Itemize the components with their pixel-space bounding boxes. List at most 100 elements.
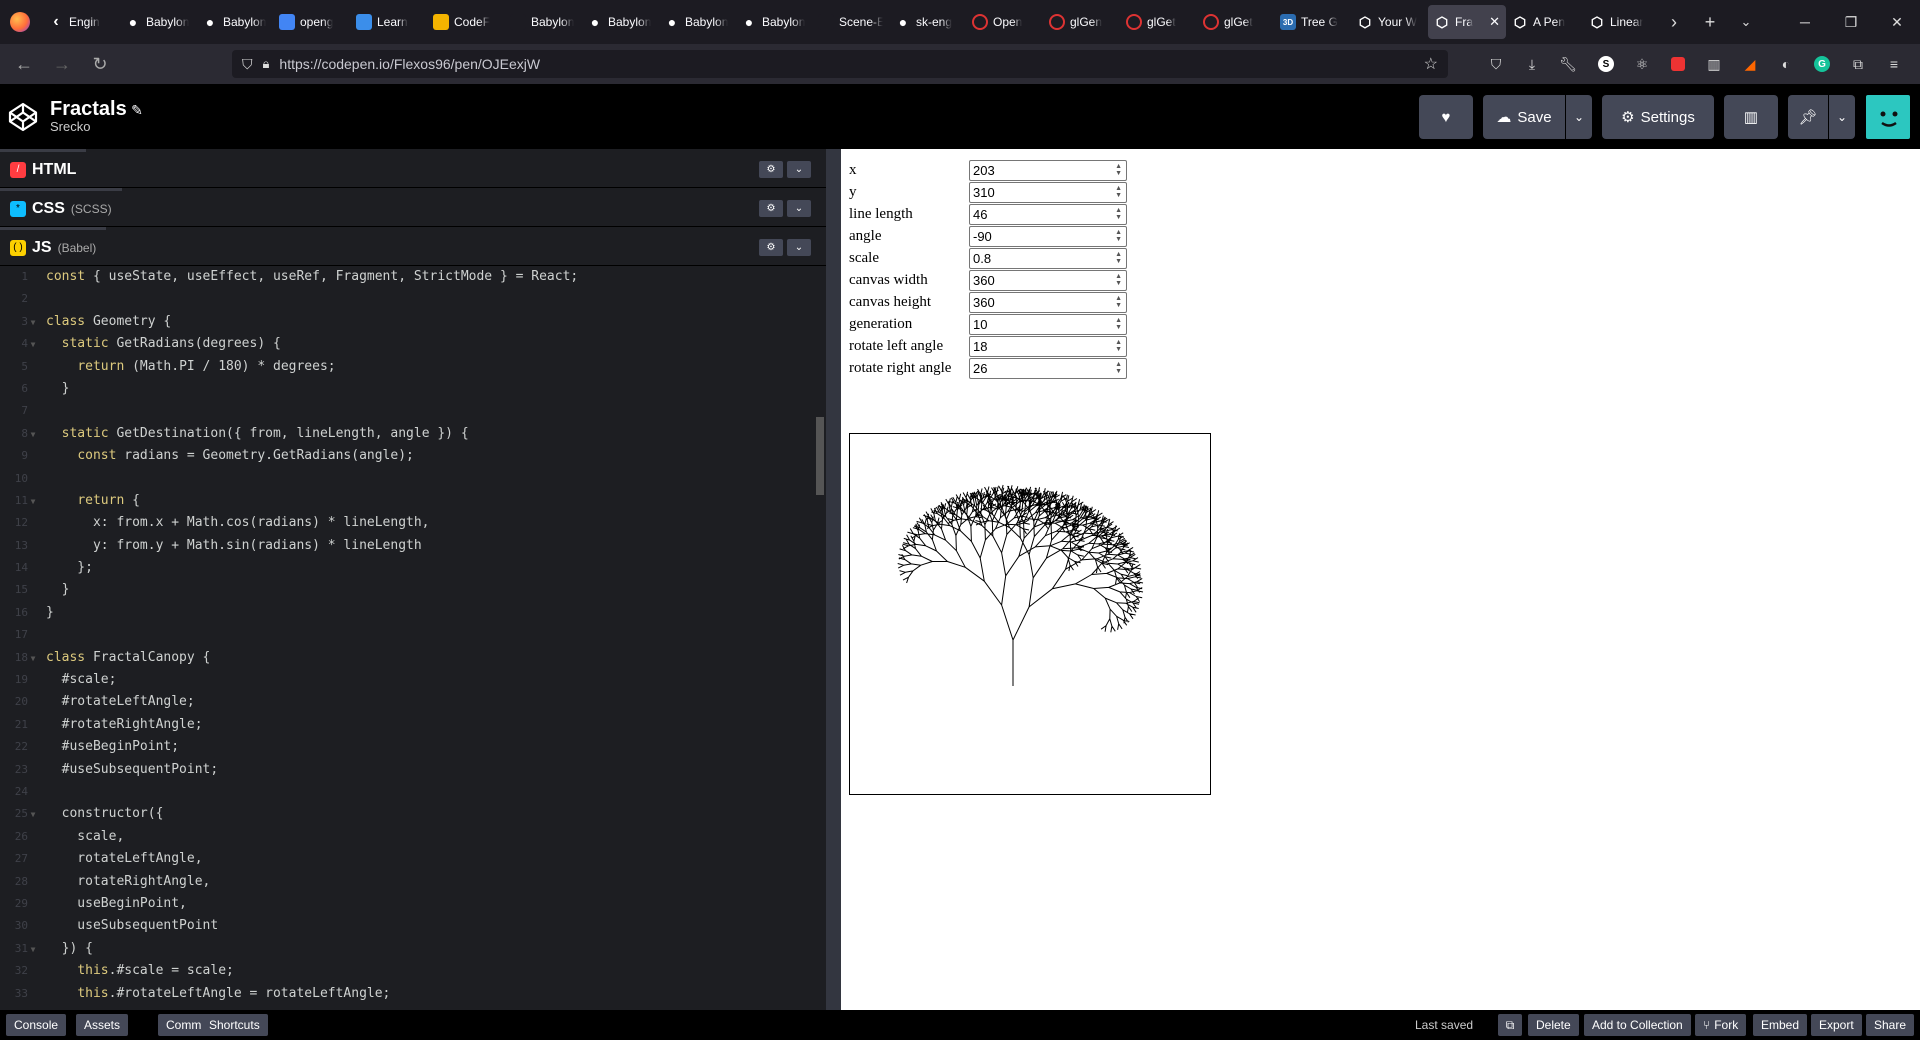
- tab-html[interactable]: / HTML: [0, 149, 87, 187]
- grammarly-icon[interactable]: G: [1810, 52, 1834, 76]
- js-editor-header[interactable]: ( ) JS (Babel) ⚙ ⌄: [0, 227, 836, 266]
- browser-tab[interactable]: ● Babylon: [119, 5, 196, 39]
- code-line[interactable]: 18 ▼ class FractalCanopy {: [0, 647, 826, 669]
- number-input[interactable]: 26 ▲ ▼: [969, 357, 1127, 379]
- menu-icon[interactable]: ≡: [1882, 52, 1906, 76]
- code-line[interactable]: 7: [0, 400, 826, 422]
- browser-tab[interactable]: ⬡ A Pen: [1506, 5, 1583, 39]
- code-line[interactable]: 14 };: [0, 557, 826, 579]
- extension-s-icon[interactable]: S: [1594, 52, 1618, 76]
- spinner-icon[interactable]: ▲ ▼: [1115, 207, 1122, 221]
- embed-button[interactable]: Embed: [1753, 1014, 1808, 1036]
- fold-icon[interactable]: ▼: [28, 491, 38, 513]
- number-input[interactable]: 46 ▲ ▼: [969, 203, 1127, 225]
- spinner-icon[interactable]: ▲ ▼: [1115, 185, 1122, 199]
- fork-button[interactable]: ⑂ Fork: [1695, 1014, 1747, 1036]
- minimize-icon[interactable]: ─: [1782, 0, 1828, 44]
- number-input[interactable]: 10 ▲ ▼: [969, 313, 1127, 335]
- number-input[interactable]: 360 ▲ ▼: [969, 291, 1127, 313]
- bookmark-star-icon[interactable]: ☆: [1424, 54, 1438, 74]
- browser-tab[interactable]: ⬡ Linear: [1583, 5, 1660, 39]
- tab-js[interactable]: ( ) JS (Babel): [0, 227, 107, 265]
- code-line[interactable]: 30 useSubsequentPoint: [0, 915, 826, 937]
- spinner-icon[interactable]: ▲ ▼: [1115, 273, 1122, 287]
- browser-tab[interactable]: ⬡ Fra ✕: [1428, 5, 1506, 39]
- browser-tab[interactable]: 3D Tree G: [1274, 5, 1351, 39]
- code-line[interactable]: 10: [0, 468, 826, 490]
- react-devtools-icon[interactable]: ⚛: [1630, 52, 1654, 76]
- export-button[interactable]: Export: [1811, 1014, 1862, 1036]
- close-window-icon[interactable]: ✕: [1874, 0, 1920, 44]
- fold-icon[interactable]: ▼: [28, 334, 38, 356]
- js-settings-icon[interactable]: ⚙: [759, 239, 783, 256]
- browser-tab[interactable]: Babylon: [504, 5, 581, 39]
- browser-tab[interactable]: Scene-Eng: [812, 5, 889, 39]
- tab-css[interactable]: * CSS (SCSS): [0, 188, 122, 226]
- fold-icon[interactable]: ▼: [28, 939, 38, 961]
- change-view-button[interactable]: ▥: [1724, 95, 1778, 139]
- spinner-icon[interactable]: ▲ ▼: [1115, 295, 1122, 309]
- url-text[interactable]: https://codepen.io/Flexos96/pen/OJEexjW: [279, 56, 540, 72]
- code-line[interactable]: 17: [0, 624, 826, 646]
- firefox-icon[interactable]: [10, 12, 30, 32]
- spinner-icon[interactable]: ▲ ▼: [1115, 229, 1122, 243]
- shortcuts-button[interactable]: Shortcuts: [201, 1014, 268, 1036]
- browser-tab[interactable]: ● Babylon: [658, 5, 735, 39]
- fold-icon[interactable]: ▼: [28, 424, 38, 446]
- html-settings-icon[interactable]: ⚙: [759, 161, 783, 178]
- settings-button[interactable]: ⚙ Settings: [1602, 95, 1714, 139]
- css-collapse-icon[interactable]: ⌄: [787, 200, 811, 217]
- console-button[interactable]: Console: [6, 1014, 67, 1036]
- code-line[interactable]: 20 #rotateLeftAngle;: [0, 691, 826, 713]
- edit-pencil-icon[interactable]: ✎: [131, 102, 143, 118]
- js-code-editor[interactable]: 1 const { useState, useEffect, useRef, F…: [0, 266, 826, 1010]
- code-line[interactable]: 26 scale,: [0, 826, 826, 848]
- forward-icon[interactable]: →: [46, 48, 78, 80]
- wrench-icon[interactable]: 🔧︎: [1556, 52, 1580, 76]
- extension-grid-icon[interactable]: ▥: [1702, 52, 1726, 76]
- number-input[interactable]: 0.8 ▲ ▼: [969, 247, 1127, 269]
- code-line[interactable]: 4 ▼ static GetRadians(degrees) {: [0, 333, 826, 355]
- codepen-logo-icon[interactable]: [6, 100, 40, 134]
- extension-moon-icon[interactable]: ◐: [1774, 52, 1798, 76]
- code-line[interactable]: 19 #scale;: [0, 669, 826, 691]
- spinner-icon[interactable]: ▲ ▼: [1115, 163, 1122, 177]
- user-avatar[interactable]: [1866, 95, 1910, 139]
- open-external-button[interactable]: ⧉: [1498, 1014, 1522, 1036]
- browser-tab[interactable]: ● sk-eng: [889, 5, 966, 39]
- close-tab-icon[interactable]: ✕: [1489, 14, 1500, 30]
- html-collapse-icon[interactable]: ⌄: [787, 161, 811, 178]
- resize-divider[interactable]: [826, 149, 841, 1010]
- code-line[interactable]: 8 ▼ static GetDestination({ from, lineLen…: [0, 423, 826, 445]
- code-line[interactable]: 11 ▼ return {: [0, 490, 826, 512]
- code-line[interactable]: 5 return (Math.PI / 180) * degrees;: [0, 356, 826, 378]
- fold-icon[interactable]: ▼: [28, 312, 38, 334]
- share-button[interactable]: Share: [1866, 1014, 1915, 1036]
- number-input[interactable]: 203 ▲ ▼: [969, 159, 1127, 181]
- browser-tab[interactable]: glGet: [1197, 5, 1274, 39]
- code-line[interactable]: 25 ▼ constructor({: [0, 803, 826, 825]
- code-line[interactable]: 2: [0, 288, 826, 310]
- spinner-icon[interactable]: ▲ ▼: [1115, 251, 1122, 265]
- shield-icon[interactable]: ⛉: [242, 56, 253, 73]
- code-line[interactable]: 21 #rotateRightAngle;: [0, 714, 826, 736]
- code-scrollbar-thumb[interactable]: [816, 417, 824, 495]
- code-line[interactable]: 31 ▼ }) {: [0, 938, 826, 960]
- add-to-collection-button[interactable]: Add to Collection: [1584, 1014, 1691, 1036]
- browser-tab[interactable]: ● Babylon: [735, 5, 812, 39]
- code-line[interactable]: 29 useBeginPoint,: [0, 893, 826, 915]
- spinner-icon[interactable]: ▲ ▼: [1115, 317, 1122, 331]
- browser-tab[interactable]: ⬡ Your W: [1351, 5, 1428, 39]
- fold-icon[interactable]: ▼: [28, 804, 38, 826]
- browser-tab[interactable]: Learn: [350, 5, 427, 39]
- code-line[interactable]: 27 rotateLeftAngle,: [0, 848, 826, 870]
- save-button[interactable]: ☁ Save: [1483, 95, 1565, 139]
- js-collapse-icon[interactable]: ⌄: [787, 239, 811, 256]
- code-line[interactable]: 28 rotateRightAngle,: [0, 871, 826, 893]
- download-icon[interactable]: ⤓: [1520, 52, 1544, 76]
- browser-tab[interactable]: openg: [273, 5, 350, 39]
- pin-button[interactable]: 📌︎: [1788, 95, 1828, 139]
- code-line[interactable]: 23 #useSubsequentPoint;: [0, 759, 826, 781]
- save-dropdown-button[interactable]: ⌄: [1566, 95, 1592, 139]
- url-bar[interactable]: ⛉ 🔒︎ https://codepen.io/Flexos96/pen/OJE…: [232, 50, 1448, 78]
